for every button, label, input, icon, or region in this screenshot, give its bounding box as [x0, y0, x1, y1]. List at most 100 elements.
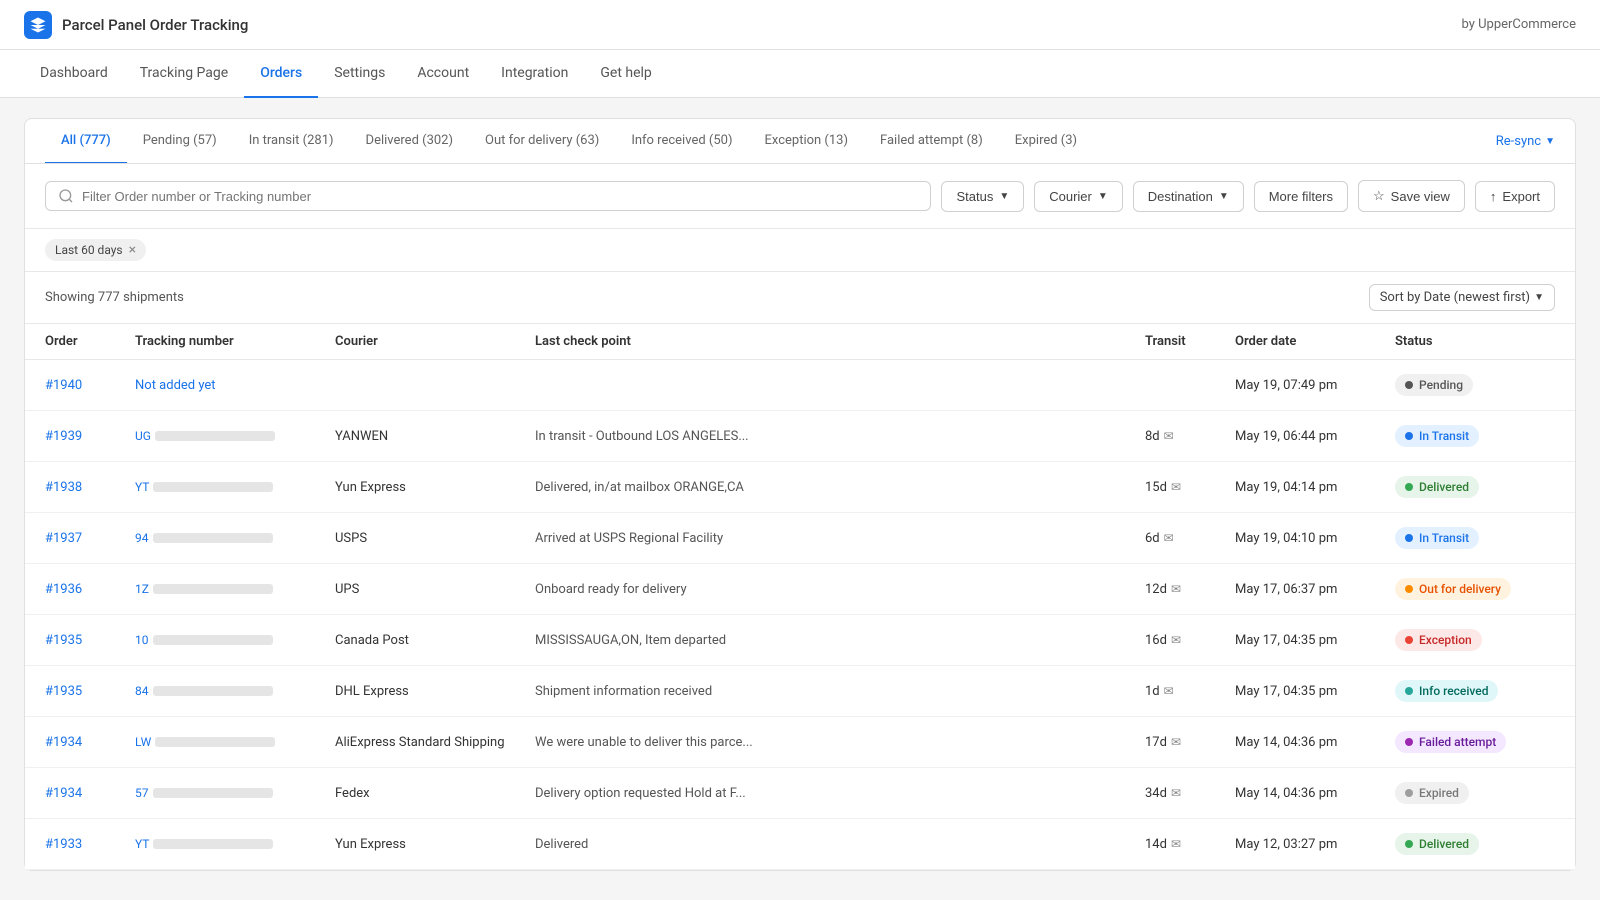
order-date: May 14, 04:36 pm: [1235, 786, 1395, 801]
tracking-link[interactable]: 84: [135, 684, 335, 698]
tab-expired[interactable]: Expired (3): [999, 119, 1093, 164]
order-link[interactable]: #1935: [45, 684, 82, 699]
order-link[interactable]: #1936: [45, 582, 82, 597]
courier-name: UPS: [335, 582, 535, 597]
col-order: Order: [45, 334, 135, 349]
date-tag-label: Last 60 days: [55, 243, 123, 257]
status-cell: In Transit: [1395, 425, 1555, 447]
badge-dot: [1405, 534, 1413, 542]
status-badge: Failed attempt: [1395, 731, 1506, 753]
sort-label: Sort by Date (newest first): [1380, 290, 1530, 305]
nav-account[interactable]: Account: [401, 50, 485, 98]
order-link[interactable]: #1939: [45, 429, 82, 444]
order-link[interactable]: #1933: [45, 837, 82, 852]
destination-filter-button[interactable]: Destination ▼: [1133, 181, 1244, 212]
tracking-link[interactable]: 10: [135, 633, 335, 647]
tracking-number: 94: [135, 531, 335, 545]
order-link[interactable]: #1938: [45, 480, 82, 495]
mail-icon: ✉: [1171, 633, 1181, 647]
tracking-blurred: [155, 737, 275, 747]
transit-days: 1d: [1145, 684, 1160, 699]
tab-delivered[interactable]: Delivered (302): [350, 119, 469, 164]
order-date: May 19, 07:49 pm: [1235, 378, 1395, 393]
status-cell: Failed attempt: [1395, 731, 1555, 753]
status-filter-button[interactable]: Status ▼: [941, 181, 1024, 212]
status-cell: Exception: [1395, 629, 1555, 651]
tab-exception[interactable]: Exception (13): [748, 119, 864, 164]
search-input[interactable]: [82, 189, 918, 204]
info-row: Showing 777 shipments Sort by Date (newe…: [25, 272, 1575, 324]
tab-info-received[interactable]: Info received (50): [615, 119, 748, 164]
sort-selector[interactable]: Sort by Date (newest first) ▼: [1369, 284, 1555, 311]
table-row: #19361ZUPSOnboard ready for delivery12d✉…: [25, 564, 1575, 615]
order-link[interactable]: #1934: [45, 786, 82, 801]
tracking-link[interactable]: 57: [135, 786, 335, 800]
order-link[interactable]: #1937: [45, 531, 82, 546]
order-link[interactable]: #1940: [45, 378, 82, 393]
tab-all[interactable]: All (777): [45, 119, 127, 164]
tracking-prefix: YT: [135, 837, 149, 851]
badge-label: Delivered: [1419, 837, 1469, 851]
col-checkpoint: Last check point: [535, 334, 1145, 349]
nav-tracking-page[interactable]: Tracking Page: [124, 50, 244, 98]
nav-get-help[interactable]: Get help: [584, 50, 667, 98]
tab-out-for-delivery[interactable]: Out for delivery (63): [469, 119, 615, 164]
badge-label: Exception: [1419, 633, 1472, 647]
nav-dashboard[interactable]: Dashboard: [24, 50, 124, 98]
order-number: #1938: [45, 480, 135, 495]
col-order-date: Order date: [1235, 334, 1395, 349]
table-row: #193584DHL ExpressShipment information r…: [25, 666, 1575, 717]
tracking-blurred: [153, 584, 273, 594]
tab-pending[interactable]: Pending (57): [127, 119, 233, 164]
tracking-link[interactable]: Not added yet: [135, 378, 216, 393]
order-link[interactable]: #1934: [45, 735, 82, 750]
courier-name: Yun Express: [335, 480, 535, 495]
nav-integration[interactable]: Integration: [485, 50, 584, 98]
order-number: #1935: [45, 684, 135, 699]
save-view-label: Save view: [1391, 189, 1450, 204]
badge-label: Delivered: [1419, 480, 1469, 494]
table-row: #1938YTYun ExpressDelivered, in/at mailb…: [25, 462, 1575, 513]
tracking-link[interactable]: LW: [135, 735, 335, 749]
tracking-blurred: [153, 482, 273, 492]
app-logo: [24, 11, 52, 39]
checkpoint: Shipment information received: [535, 684, 1145, 699]
status-cell: Out for delivery: [1395, 578, 1555, 600]
sort-chevron-icon: ▼: [1534, 292, 1544, 303]
tracking-number: YT: [135, 480, 335, 494]
tracking-link[interactable]: UG: [135, 429, 335, 443]
status-chevron-icon: ▼: [999, 191, 1009, 202]
tracking-blurred: [153, 788, 273, 798]
save-view-button[interactable]: ☆ Save view: [1358, 180, 1465, 212]
mail-icon: ✉: [1171, 582, 1181, 596]
order-date: May 19, 06:44 pm: [1235, 429, 1395, 444]
badge-dot: [1405, 585, 1413, 593]
courier-filter-button[interactable]: Courier ▼: [1034, 181, 1123, 212]
tracking-link[interactable]: YT: [135, 837, 335, 851]
transit: 6d✉: [1145, 531, 1235, 546]
more-filters-button[interactable]: More filters: [1254, 181, 1348, 212]
export-button[interactable]: ↑ Export: [1475, 181, 1555, 212]
order-date: May 17, 06:37 pm: [1235, 582, 1395, 597]
tracking-blurred: [153, 533, 273, 543]
order-link[interactable]: #1935: [45, 633, 82, 648]
search-icon: [58, 188, 74, 204]
tab-in-transit[interactable]: In transit (281): [233, 119, 350, 164]
resync-label: Re-sync: [1496, 134, 1541, 149]
nav-settings[interactable]: Settings: [318, 50, 401, 98]
courier-name: Fedex: [335, 786, 535, 801]
tracking-prefix: 84: [135, 684, 149, 698]
courier-chevron-icon: ▼: [1098, 191, 1108, 202]
search-box[interactable]: [45, 181, 931, 211]
resync-button[interactable]: Re-sync ▼: [1496, 134, 1555, 149]
checkpoint: Delivery option requested Hold at F...: [535, 786, 1145, 801]
tracking-link[interactable]: 94: [135, 531, 335, 545]
nav-orders[interactable]: Orders: [244, 50, 318, 98]
date-tag-close[interactable]: ×: [129, 243, 136, 257]
tab-failed-attempt[interactable]: Failed attempt (8): [864, 119, 999, 164]
courier-filter-label: Courier: [1049, 189, 1092, 204]
transit-days: 14d: [1145, 837, 1167, 852]
tracking-link[interactable]: 1Z: [135, 582, 335, 596]
star-icon: ☆: [1373, 188, 1385, 204]
tracking-link[interactable]: YT: [135, 480, 335, 494]
